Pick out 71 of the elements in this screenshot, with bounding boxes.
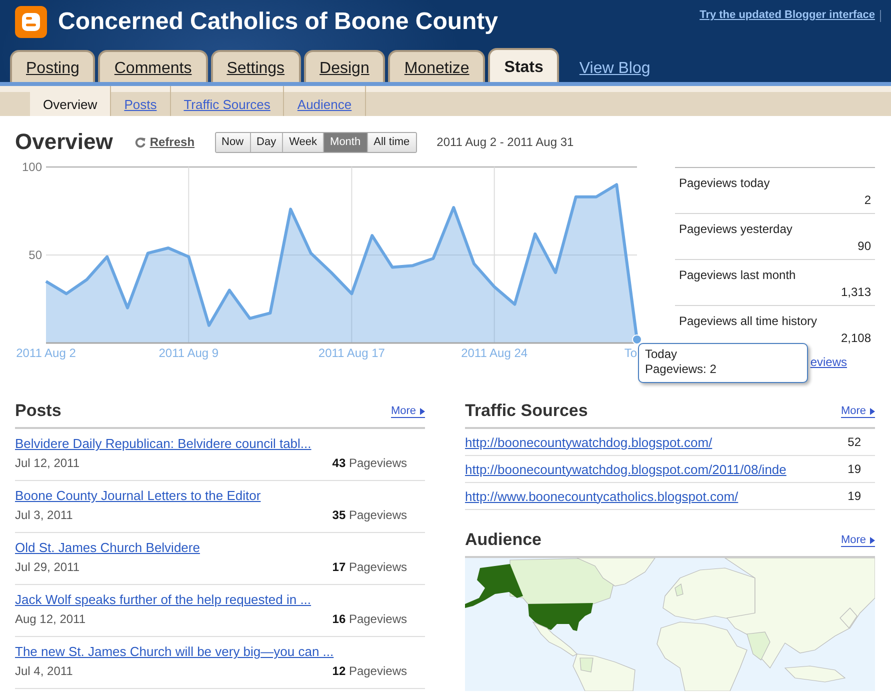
post-date: Jul 12, 2011 [15, 456, 80, 470]
stat-label: Pageviews today [679, 176, 771, 190]
sub-tab[interactable]: Traffic Sources [170, 86, 284, 116]
site-title: Concerned Catholics of Boone County [58, 7, 498, 37]
post-title-link[interactable]: Belvidere Daily Republican: Belvidere council tabl... [15, 436, 312, 451]
source-count: 19 [848, 462, 861, 476]
post-date: Jul 29, 2011 [15, 560, 80, 574]
range-button[interactable]: All time [366, 132, 416, 152]
pageview-count: 16 Pageviews [332, 612, 407, 626]
source-link[interactable]: http://boonecountywatchdog.blogspot.com/ [465, 434, 712, 450]
tooltip-value: Pageviews: 2 [645, 362, 718, 378]
logo-icon [15, 6, 47, 38]
sub-tab[interactable]: Overview [30, 86, 112, 116]
range-button[interactable]: Week [282, 132, 324, 152]
refresh-link[interactable]: Refresh [134, 135, 195, 149]
range-button[interactable]: Month [323, 132, 367, 152]
section-heading: Audience [465, 530, 542, 550]
nav-tab[interactable]: Stats [488, 48, 560, 82]
nav-tab[interactable]: Design [304, 50, 386, 82]
date-range: 2011 Aug 2 - 2011 Aug 31 [436, 135, 574, 149]
post-title-link[interactable]: Old St. James Church Belvidere [15, 540, 200, 555]
post-date: Aug 12, 2011 [15, 612, 86, 626]
view-blog-link[interactable]: View Blog [579, 59, 650, 82]
x-axis-label: To [624, 346, 637, 360]
x-axis-label: 2011 Aug 9 [158, 346, 219, 360]
source-count: 52 [848, 435, 861, 449]
stat-label: Pageviews yesterday [679, 222, 794, 236]
section-heading: Traffic Sources [465, 401, 588, 421]
source-link[interactable]: http://boonecountywatchdog.blogspot.com/2011/08/inde [465, 462, 786, 476]
pageview-count: 35 Pageviews [332, 508, 407, 522]
x-axis-label: 2011 Aug 24 [461, 346, 528, 360]
nav-tab[interactable]: Settings [210, 50, 301, 82]
stats-link[interactable]: eviews [810, 355, 847, 369]
refresh-icon [134, 136, 146, 148]
nav-tab[interactable]: Monetize [388, 50, 486, 82]
post-date: Jul 4, 2011 [15, 664, 73, 678]
triangle-icon [870, 536, 875, 544]
y-axis-label: 100 [22, 160, 42, 174]
page-heading: Overview [15, 129, 113, 155]
stat-value: 2,108 [840, 331, 871, 345]
more-link[interactable]: More [390, 405, 425, 418]
more-link[interactable]: More [840, 405, 875, 418]
more-link[interactable]: More [840, 534, 875, 547]
nav-tab[interactable]: Posting [10, 50, 96, 82]
range-button[interactable]: Day [250, 132, 282, 152]
stat-label: Pageviews all time history [679, 314, 818, 328]
post-date: Jul 3, 2011 [15, 508, 73, 522]
pageview-count: 43 Pageviews [332, 456, 407, 470]
post-title-link[interactable]: Boone County Journal Letters to the Editor [15, 488, 261, 503]
source-link[interactable]: http://www.boonecountycatholics.blogspot.com/ [465, 488, 738, 504]
section-heading: Posts [15, 401, 62, 421]
post-title-link[interactable]: Jack Wolf speaks further of the help requested in ... [15, 592, 312, 607]
y-axis-label: 50 [28, 248, 42, 262]
stat-value: 2 [864, 193, 871, 207]
sub-tab[interactable]: Posts [111, 86, 171, 116]
x-axis-label: 2011 Aug 2 [16, 346, 76, 360]
stat-value: 1,313 [840, 285, 871, 299]
x-axis-label: 2011 Aug 17 [318, 346, 385, 360]
triangle-icon [870, 408, 875, 414]
stat-label: Pageviews last month [679, 268, 797, 282]
stat-value: 90 [858, 239, 871, 253]
tooltip-title: Today [645, 347, 678, 362]
range-button[interactable]: Now [216, 132, 250, 152]
sub-tab[interactable]: Audience [284, 86, 366, 116]
post-title-link[interactable]: The new St. James Church will be very big—you can ... [15, 644, 334, 659]
source-count: 19 [848, 489, 861, 503]
pageview-count: 12 Pageviews [332, 664, 407, 678]
nav-tab[interactable]: Comments [98, 50, 208, 82]
pageview-count: 17 Pageviews [332, 560, 407, 574]
triangle-icon [420, 408, 425, 414]
top-link[interactable]: Try the updated Blogger interface [700, 9, 875, 21]
